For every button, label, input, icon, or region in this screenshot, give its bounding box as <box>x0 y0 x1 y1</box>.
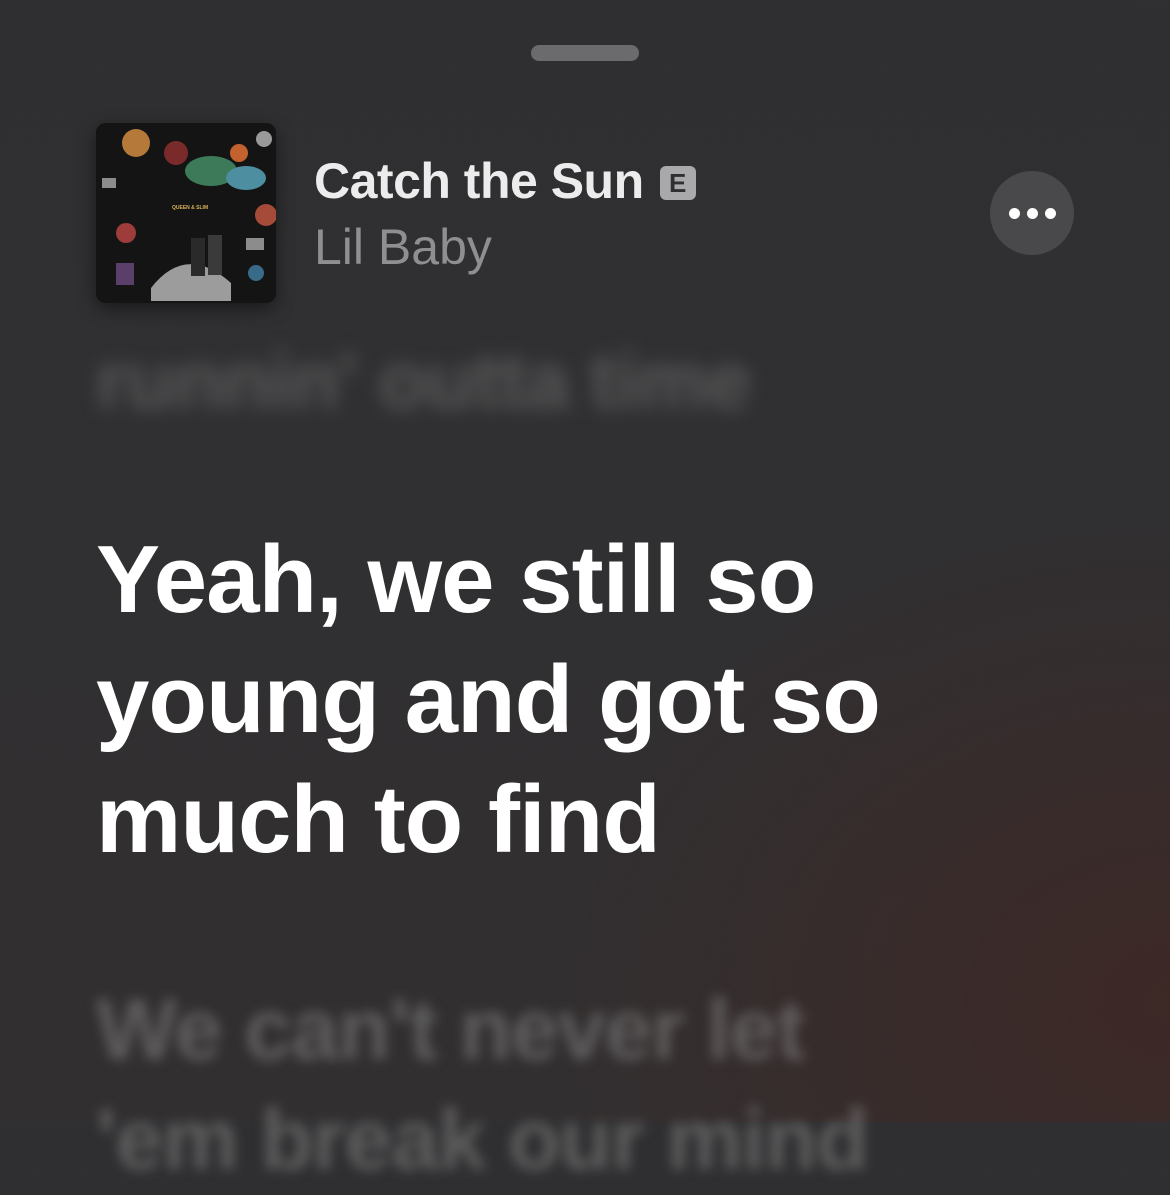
song-title[interactable]: Catch the Sun <box>314 152 644 210</box>
song-title-row[interactable]: Catch the Sun E <box>314 150 696 212</box>
explicit-badge: E <box>659 166 696 200</box>
ellipsis-icon <box>1008 207 1020 219</box>
sheet-grabber[interactable] <box>531 45 639 61</box>
lyric-line-next[interactable]: We can't never let 'em break our mind <box>96 975 869 1195</box>
ellipsis-icon <box>1026 207 1038 219</box>
lyric-current-line: young and got so <box>96 646 881 753</box>
lyric-line-current[interactable]: Yeah, we still so young and got so much … <box>96 520 1056 880</box>
lyric-current-line: Yeah, we still so <box>96 526 816 633</box>
album-artwork[interactable]: QUEEN & SLIM <box>96 123 276 303</box>
ellipsis-icon <box>1044 207 1056 219</box>
artwork-text: QUEEN & SLIM <box>172 205 208 211</box>
artist-name[interactable]: Lil Baby <box>314 218 492 276</box>
album-artwork-image: QUEEN & SLIM <box>96 123 276 303</box>
more-button[interactable] <box>990 171 1074 255</box>
lyric-next-line: We can't never let <box>96 982 805 1078</box>
lyric-next-line: 'em break our mind <box>96 1092 869 1188</box>
lyric-line-previous[interactable]: runnin' outta time <box>96 335 751 427</box>
lyric-current-line: much to find <box>96 766 661 873</box>
